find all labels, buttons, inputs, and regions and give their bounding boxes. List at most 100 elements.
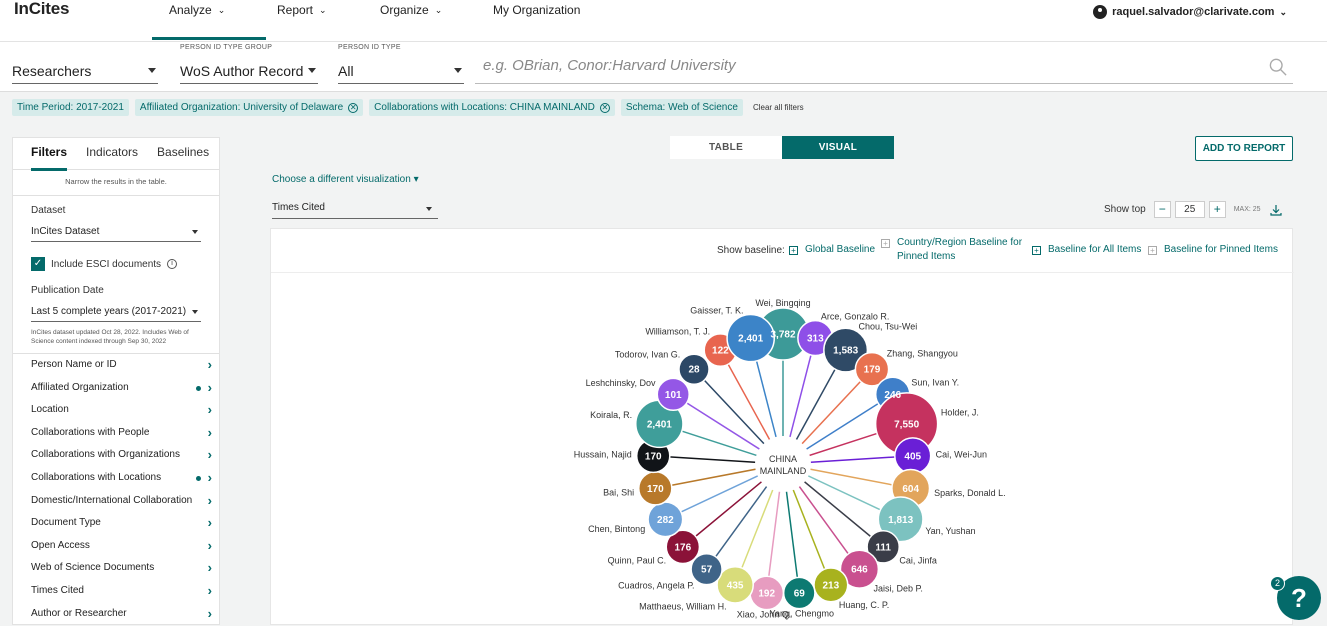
nav-report[interactable]: Report ⌄ <box>277 3 327 17</box>
researcher-name-label: Chou, Tsu-Wei <box>859 322 918 332</box>
search-input[interactable]: e.g. OBrian, Conor:Harvard University <box>475 54 1293 84</box>
filter-chip-schema[interactable]: Schema: Web of Science <box>620 99 743 116</box>
sidebar-filter-item[interactable]: Person Name or ID › <box>13 354 219 377</box>
sidebar-filter-label: Open Access <box>31 539 90 551</box>
sidebar-filter-item[interactable]: Times Cited › <box>13 580 219 603</box>
help-badge: 2 <box>1270 576 1285 591</box>
close-icon[interactable]: ✕ <box>348 102 359 113</box>
metric-select[interactable]: Times Cited <box>272 202 438 219</box>
bubble-value-label: 192 <box>758 588 775 599</box>
entity-value: Researchers <box>12 63 92 79</box>
show-top-max: MAX: 25 <box>1233 206 1261 213</box>
researcher-name-label: Bai, Shi <box>603 487 634 497</box>
bubble-value-label: 1,583 <box>833 346 858 357</box>
researcher-name-label: Cai, Wei-Jun <box>936 449 987 459</box>
all-items-baseline-toggle[interactable]: + Baseline for All Items <box>1032 243 1141 257</box>
sidebar-filter-item[interactable]: Location › <box>13 399 219 422</box>
bubble-value-label: 69 <box>794 588 806 599</box>
add-to-report-button[interactable]: ADD TO REPORT <box>1195 136 1293 161</box>
nav-analyze[interactable]: Analyze ⌄ <box>169 3 225 17</box>
researcher-name-label: Todorov, Ivan G. <box>615 350 680 360</box>
close-icon[interactable]: ✕ <box>599 102 610 113</box>
bubble-value-label: 313 <box>807 334 824 345</box>
search-icon[interactable] <box>1269 58 1287 76</box>
sidebar-filter-item[interactable]: Collaborations with Locations › <box>13 467 219 490</box>
country-baseline-toggle[interactable]: + Country/Region Baseline for Pinned Items <box>881 236 1022 264</box>
bubble-value-label: 101 <box>665 390 682 401</box>
researcher-name-label: Gaisser, T. K. <box>690 305 743 315</box>
dataset-select[interactable]: InCites Dataset <box>31 222 201 242</box>
filter-chip-collab-locations[interactable]: Collaborations with Locations: CHINA MAI… <box>369 99 615 116</box>
sidebar-filter-label: Affiliated Organization <box>31 381 129 393</box>
sidebar-filter-item[interactable]: Author or Researcher › <box>13 603 219 624</box>
person-id-type-label: PERSON ID TYPE <box>338 44 401 51</box>
chevron-down-icon: ⌄ <box>319 4 327 15</box>
caret-down-icon <box>192 230 198 234</box>
sidebar-filter-item[interactable]: Collaborations with People › <box>13 422 219 445</box>
increment-button[interactable]: + <box>1208 201 1226 218</box>
tab-filters[interactable]: Filters <box>31 138 68 171</box>
esci-checkbox[interactable]: ✓ <box>31 257 45 271</box>
chevron-right-icon: › <box>207 447 212 463</box>
pub-date-select[interactable]: Last 5 complete years (2017-2021) <box>31 302 201 322</box>
user-menu[interactable]: raquel.salvador@clarivate.com ⌄ <box>1093 5 1287 19</box>
brand-logo[interactable]: InCites <box>14 0 69 19</box>
global-baseline-toggle[interactable]: + Global Baseline <box>789 243 875 257</box>
show-top-input[interactable]: 25 <box>1174 201 1205 218</box>
decrement-button[interactable]: − <box>1153 201 1171 218</box>
researcher-name-label: Jaisi, Deb P. <box>874 584 923 594</box>
search-placeholder: e.g. OBrian, Conor:Harvard University <box>483 57 736 74</box>
sidebar-filter-item[interactable]: Open Access › <box>13 535 219 558</box>
center-node <box>755 436 811 492</box>
country-baseline-line1: Country/Region Baseline for <box>897 237 1023 248</box>
pinned-baseline-toggle[interactable]: + Baseline for Pinned Items <box>1148 243 1278 257</box>
narrow-hint: Narrow the results in the table. <box>13 170 219 196</box>
tab-baselines[interactable]: Baselines <box>157 138 209 170</box>
filter-chip-time-period[interactable]: Time Period: 2017-2021 <box>12 99 129 116</box>
sidebar-filter-item[interactable]: Domestic/International Collaboration › <box>13 490 219 513</box>
person-id-type-select[interactable]: PERSON ID TYPE All <box>338 44 464 84</box>
nav-my-organization[interactable]: My Organization <box>493 3 580 17</box>
pinned-baseline-label: Baseline for Pinned Items <box>1164 244 1278 255</box>
sidebar-filter-item[interactable]: Document Type › <box>13 512 219 535</box>
bubble-value-label: 111 <box>875 542 891 553</box>
nav-organize[interactable]: Organize ⌄ <box>380 3 442 17</box>
dataset-note: InCites dataset updated Oct 28, 2022. In… <box>31 329 189 345</box>
filter-chip-label: Affiliated Organization: University of D… <box>139 102 344 113</box>
choose-visualization-link[interactable]: Choose a different visualization ▾ <box>272 174 419 185</box>
filter-chip-affiliated-org[interactable]: Affiliated Organization: University of D… <box>134 99 364 116</box>
caret-down-icon <box>454 68 462 73</box>
bubble-value-label: 604 <box>902 484 919 495</box>
all-items-baseline-label: Baseline for All Items <box>1048 244 1142 255</box>
person-id-group-select[interactable]: PERSON ID TYPE GROUP WoS Author Record <box>180 44 318 84</box>
user-icon <box>1093 5 1108 19</box>
filter-chip-label: Schema: Web of Science <box>625 102 738 113</box>
nav-my-org-label: My Organization <box>493 3 581 17</box>
search-bar: Researchers PERSON ID TYPE GROUP WoS Aut… <box>0 42 1327 92</box>
entity-select[interactable]: Researchers <box>12 54 158 84</box>
sidebar-filter-label: Collaborations with Organizations <box>31 449 180 461</box>
sidebar-filter-item[interactable]: Affiliated Organization › <box>13 377 219 400</box>
clear-all-filters-link[interactable]: Clear all filters <box>753 103 804 112</box>
sidebar-filter-label: Author or Researcher <box>31 607 127 619</box>
pub-date-label: Publication Date <box>31 285 104 296</box>
info-icon[interactable]: i <box>167 259 178 269</box>
person-id-type-value: All <box>338 63 354 79</box>
tab-indicators[interactable]: Indicators <box>86 138 138 170</box>
show-top-control: Show top − 25 + MAX: 25 <box>1104 201 1282 218</box>
sidebar-filter-item[interactable]: Web of Science Documents › <box>13 557 219 580</box>
bubble-value-label: 646 <box>851 565 868 576</box>
researcher-name-label: Cai, Jinfa <box>899 555 937 565</box>
researcher-name-label: Matthaeus, William H. <box>639 601 727 611</box>
caret-down-icon <box>192 310 198 314</box>
sidebar-filter-label: Collaborations with Locations <box>31 471 162 483</box>
global-baseline-label: Global Baseline <box>805 244 876 255</box>
bubble-value-label: 179 <box>864 365 881 376</box>
download-icon[interactable] <box>1269 204 1282 216</box>
visual-view-button[interactable]: VISUAL <box>782 136 894 159</box>
sidebar-filter-label: Domestic/International Collaboration <box>31 494 193 506</box>
sidebar-filter-label: Collaborations with People <box>31 426 150 438</box>
table-view-button[interactable]: TABLE <box>670 136 782 159</box>
sidebar-filter-item[interactable]: Collaborations with Organizations › <box>13 444 219 467</box>
radial-bubble-chart: CHINA MAINLAND 3,782 Wei, Bingqing 313 Arce, … <box>574 298 1006 620</box>
